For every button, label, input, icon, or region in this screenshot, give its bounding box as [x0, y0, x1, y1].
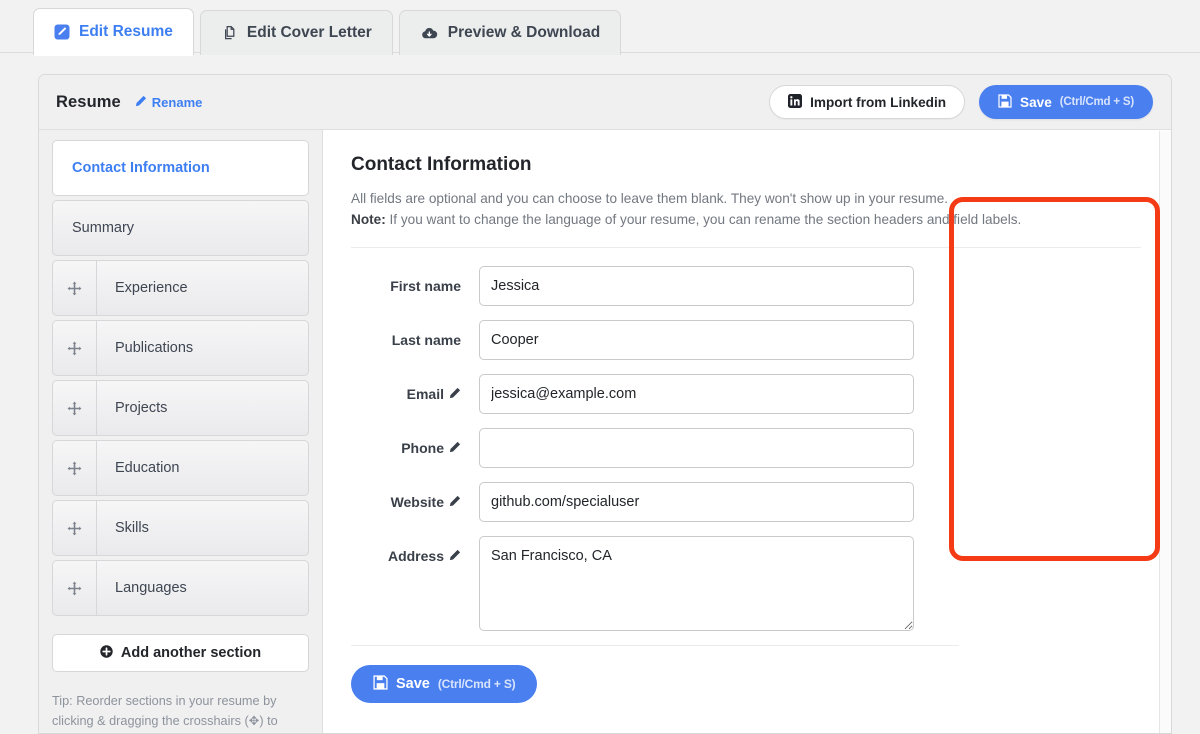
card-header: Resume Rename Import from Linkedin Save …: [39, 75, 1171, 130]
field-label: Email: [351, 374, 479, 414]
header-actions: Import from Linkedin Save (Ctrl/Cmd + S): [769, 85, 1153, 119]
edit-label-pencil-icon[interactable]: [449, 428, 461, 468]
sidebar-item-experience[interactable]: Experience: [52, 260, 309, 316]
sidebar-item-label: Experience: [115, 280, 188, 296]
note-text: If you want to change the language of yo…: [385, 212, 1022, 228]
field-label: Address: [351, 536, 479, 576]
address-textarea[interactable]: San Francisco, CA: [479, 536, 914, 632]
field-label-text: First name: [390, 278, 461, 295]
tab-label: Edit Resume: [79, 23, 173, 40]
section-heading: Contact Information: [351, 154, 532, 175]
tab-label: Preview & Download: [447, 24, 601, 41]
cloud-download-icon: [420, 25, 439, 41]
tab-preview-download[interactable]: Preview & Download: [398, 10, 622, 55]
add-another-section-button[interactable]: Add another section: [52, 634, 309, 672]
field-last-name: Last name: [351, 320, 959, 361]
field-label: First name: [351, 266, 479, 306]
tab-strip: Edit Resume Edit Cover Letter Preview & …: [33, 8, 622, 56]
drag-handle-icon[interactable]: [53, 501, 97, 555]
sidebar-item-languages[interactable]: Languages: [52, 560, 309, 616]
sidebar-item-label: Education: [115, 460, 180, 476]
sidebar-item-label: Languages: [115, 580, 187, 596]
drag-handle-icon[interactable]: [53, 261, 97, 315]
description-line-1: All fields are optional and you can choo…: [351, 191, 949, 206]
save-shortcut: (Ctrl/Cmd + S): [437, 677, 516, 692]
tab-edit-cover-letter[interactable]: Edit Cover Letter: [199, 10, 393, 55]
floppy-disk-icon: [373, 675, 388, 694]
drag-handle-icon[interactable]: [53, 561, 97, 615]
field-phone: Phone: [351, 428, 959, 469]
import-from-linkedin-button[interactable]: Import from Linkedin: [769, 85, 966, 119]
drag-handle-icon[interactable]: [53, 321, 97, 375]
sidebar-item-label: Summary: [72, 220, 135, 236]
field-label-text: Address: [387, 548, 444, 565]
form-content: Contact Information All fields are optio…: [323, 130, 1171, 733]
sidebar-item-summary[interactable]: Summary: [52, 200, 309, 256]
edit-label-pencil-icon[interactable]: [449, 482, 461, 522]
sidebar-item-label: Projects: [115, 400, 168, 416]
field-label: Last name: [351, 320, 479, 360]
last-name-input[interactable]: [479, 320, 914, 361]
tab-bar: Edit Resume Edit Cover Letter Preview & …: [0, 0, 1200, 56]
edit-label-pencil-icon[interactable]: [449, 374, 461, 414]
sidebar-item-label: Contact Information: [72, 160, 210, 176]
add-another-section-label: Add another section: [120, 645, 262, 661]
section-sidebar: Contact Information Summary Experience P…: [39, 130, 323, 733]
plus-circle-icon: [100, 644, 113, 662]
field-first-name: First name: [351, 266, 959, 307]
tab-edit-resume[interactable]: Edit Resume: [33, 8, 194, 56]
rename-label: Rename: [151, 94, 203, 110]
drag-handle-icon[interactable]: [53, 381, 97, 435]
pencil-icon: [135, 95, 147, 110]
sidebar-item-publications[interactable]: Publications: [52, 320, 309, 376]
card-scrollbar[interactable]: [1159, 131, 1171, 733]
field-label: Phone: [351, 428, 479, 468]
field-address: Address San Francisco, CA: [351, 536, 959, 632]
phone-input[interactable]: [479, 428, 914, 469]
save-label: Save: [396, 676, 430, 693]
sidebar-item-education[interactable]: Education: [52, 440, 309, 496]
contact-form: First name Last name Email: [351, 248, 959, 704]
field-label-text: Website: [390, 494, 444, 511]
save-label: Save: [1020, 94, 1052, 110]
note-label: Note:: [351, 212, 386, 228]
rename-button[interactable]: Rename: [135, 94, 203, 110]
reorder-tip: Tip: Reorder sections in your resume by …: [52, 694, 278, 728]
sidebar-item-skills[interactable]: Skills: [52, 500, 309, 556]
copy-pages-icon: [221, 25, 238, 42]
form-save-row: Save (Ctrl/Cmd + S): [351, 646, 959, 704]
form-description: All fields are optional and you can choo…: [351, 188, 1141, 230]
website-input[interactable]: [479, 482, 914, 523]
page-title: Resume: [56, 92, 121, 111]
sidebar-item-label: Publications: [115, 340, 194, 356]
save-shortcut: (Ctrl/Cmd + S): [1059, 96, 1134, 108]
field-website: Website: [351, 482, 959, 523]
edit-label-pencil-icon[interactable]: [449, 536, 461, 576]
card-body: Contact Information Summary Experience P…: [39, 130, 1171, 733]
email-input[interactable]: [479, 374, 914, 415]
import-label: Import from Linkedin: [810, 94, 947, 110]
drag-handle-icon[interactable]: [53, 441, 97, 495]
resume-card: Resume Rename Import from Linkedin Save …: [38, 74, 1172, 734]
first-name-input[interactable]: [479, 266, 914, 307]
tab-label: Edit Cover Letter: [246, 24, 372, 41]
field-label-text: Phone: [401, 440, 444, 457]
field-label-text: Email: [406, 386, 444, 403]
linkedin-icon: [788, 93, 803, 111]
sidebar-item-label: Skills: [115, 520, 149, 536]
field-label-text: Last name: [391, 332, 461, 349]
description-line-2: Note: If you want to change the language…: [351, 209, 1141, 230]
floppy-disk-icon: [998, 93, 1012, 111]
pencil-square-icon: [54, 24, 70, 40]
sidebar-item-contact-information[interactable]: Contact Information: [52, 140, 309, 196]
save-button-top[interactable]: Save (Ctrl/Cmd + S): [979, 85, 1153, 119]
save-button-bottom[interactable]: Save (Ctrl/Cmd + S): [351, 665, 538, 704]
sidebar-item-projects[interactable]: Projects: [52, 380, 309, 436]
field-label: Website: [351, 482, 479, 522]
field-email: Email: [351, 374, 959, 415]
